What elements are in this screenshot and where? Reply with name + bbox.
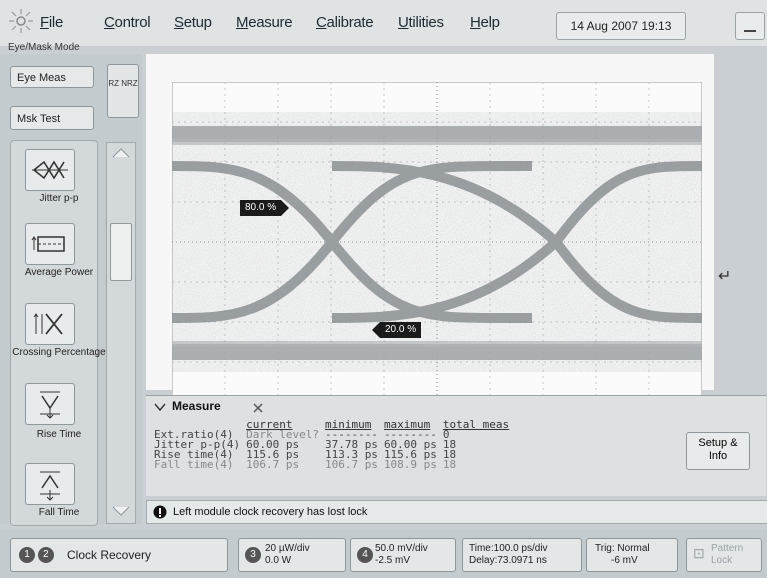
crossing-percentage-label: Crossing Percentage — [12, 347, 106, 358]
measurement-toolbar: Jitter p-p Average Power Crossing Percen… — [10, 140, 106, 526]
trigger-mode: Trig: Normal — [595, 543, 650, 554]
datetime-display: 14 Aug 2007 19:13 — [556, 12, 686, 40]
eye-meas-button[interactable]: Eye Meas — [10, 66, 94, 88]
msk-test-label: Msk Test — [17, 113, 61, 125]
fall-time-label: Fall Time — [38, 507, 80, 518]
eye-diagram-display[interactable]: 80.0 % 20.0 % — [146, 54, 714, 402]
ch4-offset: -2.5 mV — [375, 555, 411, 566]
row-minimum: 106.7 ps — [324, 458, 378, 471]
row-maximum: 108.9 ps — [383, 458, 437, 471]
close-icon[interactable] — [252, 402, 264, 414]
setup-info-button[interactable]: Setup & Info — [686, 432, 750, 470]
rz-nrz-label: RZ NRZ — [108, 79, 138, 88]
timebase-button[interactable]: Time:100.0 ps/div Delay:73.0971 ns — [462, 538, 582, 572]
menu-file[interactable]: File — [40, 14, 63, 31]
clock-recovery-label: Clock Recovery — [67, 548, 152, 562]
measure-tab-label: Measure — [172, 399, 221, 413]
ch3-scale: 20 µW/div — [265, 543, 310, 554]
crossing-percentage-tool[interactable] — [25, 303, 75, 345]
marker-20-label: 20.0 % — [380, 322, 422, 338]
rise-time-label: Rise Time — [36, 429, 82, 440]
menu-bar: File Control Setup Measure Calibrate Uti… — [0, 0, 767, 46]
marker-80-arrow — [281, 200, 290, 216]
rise-time-tool[interactable] — [25, 383, 75, 425]
marker-20-arrow — [372, 322, 380, 338]
average-power-tool[interactable] — [25, 223, 75, 265]
channel-1-2-icon: 1 2 — [19, 547, 54, 563]
mode-label: Eye/Mask Mode — [8, 42, 80, 53]
row-name: Fall time(4) — [154, 458, 234, 471]
minimize-button[interactable] — [735, 12, 765, 40]
jitter-icon — [32, 160, 68, 180]
lock-label: Lock — [711, 555, 733, 566]
clock-recovery-button[interactable]: 1 2 Clock Recovery — [10, 538, 228, 572]
menu-help[interactable]: Help — [470, 14, 500, 31]
pattern-label: Pattern — [711, 543, 744, 554]
ch3-offset: 0.0 W — [265, 555, 292, 566]
channel-3-button[interactable]: 3 20 µW/div 0.0 W — [238, 538, 346, 572]
average-power-label: Average Power — [24, 267, 94, 278]
marker-80-label: 80.0 % — [240, 200, 282, 216]
fall-time-icon — [40, 471, 60, 501]
trigger-level-marker: ↵ — [718, 268, 732, 285]
rise-time-icon — [40, 391, 60, 419]
trigger-level: -6 mV — [611, 555, 638, 566]
measure-tab[interactable]: Measure — [148, 396, 268, 418]
menu-setup[interactable]: Setup — [174, 14, 212, 31]
pattern-lock-icon: ⊡ — [693, 545, 705, 561]
channel-3-icon: 3 — [245, 547, 261, 563]
menu-calibrate[interactable]: Calibrate — [316, 14, 374, 31]
ch4-scale: 50.0 mV/div — [375, 543, 428, 554]
bottom-bar: 1 2 Clock Recovery 3 20 µW/div 0.0 W 4 5… — [0, 530, 767, 578]
measurement-table: current minimum maximum total meas Ext.r… — [154, 418, 515, 471]
channel-4-button[interactable]: 4 50.0 mV/div -2.5 mV — [350, 538, 456, 572]
fall-time-tool[interactable] — [25, 463, 75, 505]
average-power-icon — [31, 236, 65, 252]
jitter-pp-tool[interactable] — [25, 149, 75, 191]
tool-scrollbar[interactable] — [106, 142, 136, 524]
time-scale: Time:100.0 ps/div — [469, 543, 548, 554]
jitter-pp-label: Jitter p-p — [39, 193, 79, 204]
pattern-lock-button[interactable]: ⊡ Pattern Lock — [686, 538, 762, 572]
table-row[interactable]: Fall time(4) 106.7 ps 106.7 ps 108.9 ps … — [154, 458, 515, 471]
row-total: 18 — [442, 458, 457, 471]
sun-icon — [9, 9, 33, 33]
status-message: Left module clock recovery has lost lock — [173, 506, 368, 518]
warning-icon — [153, 505, 167, 519]
graticule — [172, 82, 702, 402]
marker-80-percent[interactable]: 80.0 % — [240, 200, 290, 216]
scroll-down-icon[interactable] — [111, 505, 131, 517]
menu-utilities[interactable]: Utilities — [398, 14, 444, 31]
measure-panel: Measure current minimum maximum total me… — [146, 395, 766, 496]
collapse-icon[interactable] — [154, 402, 166, 412]
status-bar: Left module clock recovery has lost lock — [146, 500, 767, 524]
menu-measure[interactable]: Measure — [236, 14, 293, 31]
header-total: total meas — [442, 418, 510, 431]
marker-20-percent[interactable]: 20.0 % — [372, 322, 422, 338]
menu-control[interactable]: Control — [104, 14, 151, 31]
setup-info-label: Setup & Info — [698, 437, 738, 462]
row-current: 106.7 ps — [246, 458, 300, 471]
msk-test-button[interactable]: Msk Test — [10, 106, 94, 130]
eye-meas-label: Eye Meas — [17, 72, 66, 84]
crossing-percentage-icon — [33, 313, 63, 335]
time-delay: Delay:73.0971 ns — [469, 555, 547, 566]
scroll-thumb[interactable] — [110, 223, 132, 281]
channel-4-icon: 4 — [357, 547, 373, 563]
trigger-button[interactable]: Trig: Normal -6 mV — [586, 538, 678, 572]
scroll-up-icon[interactable] — [111, 147, 131, 159]
rz-nrz-toggle[interactable]: RZ NRZ — [107, 64, 139, 118]
